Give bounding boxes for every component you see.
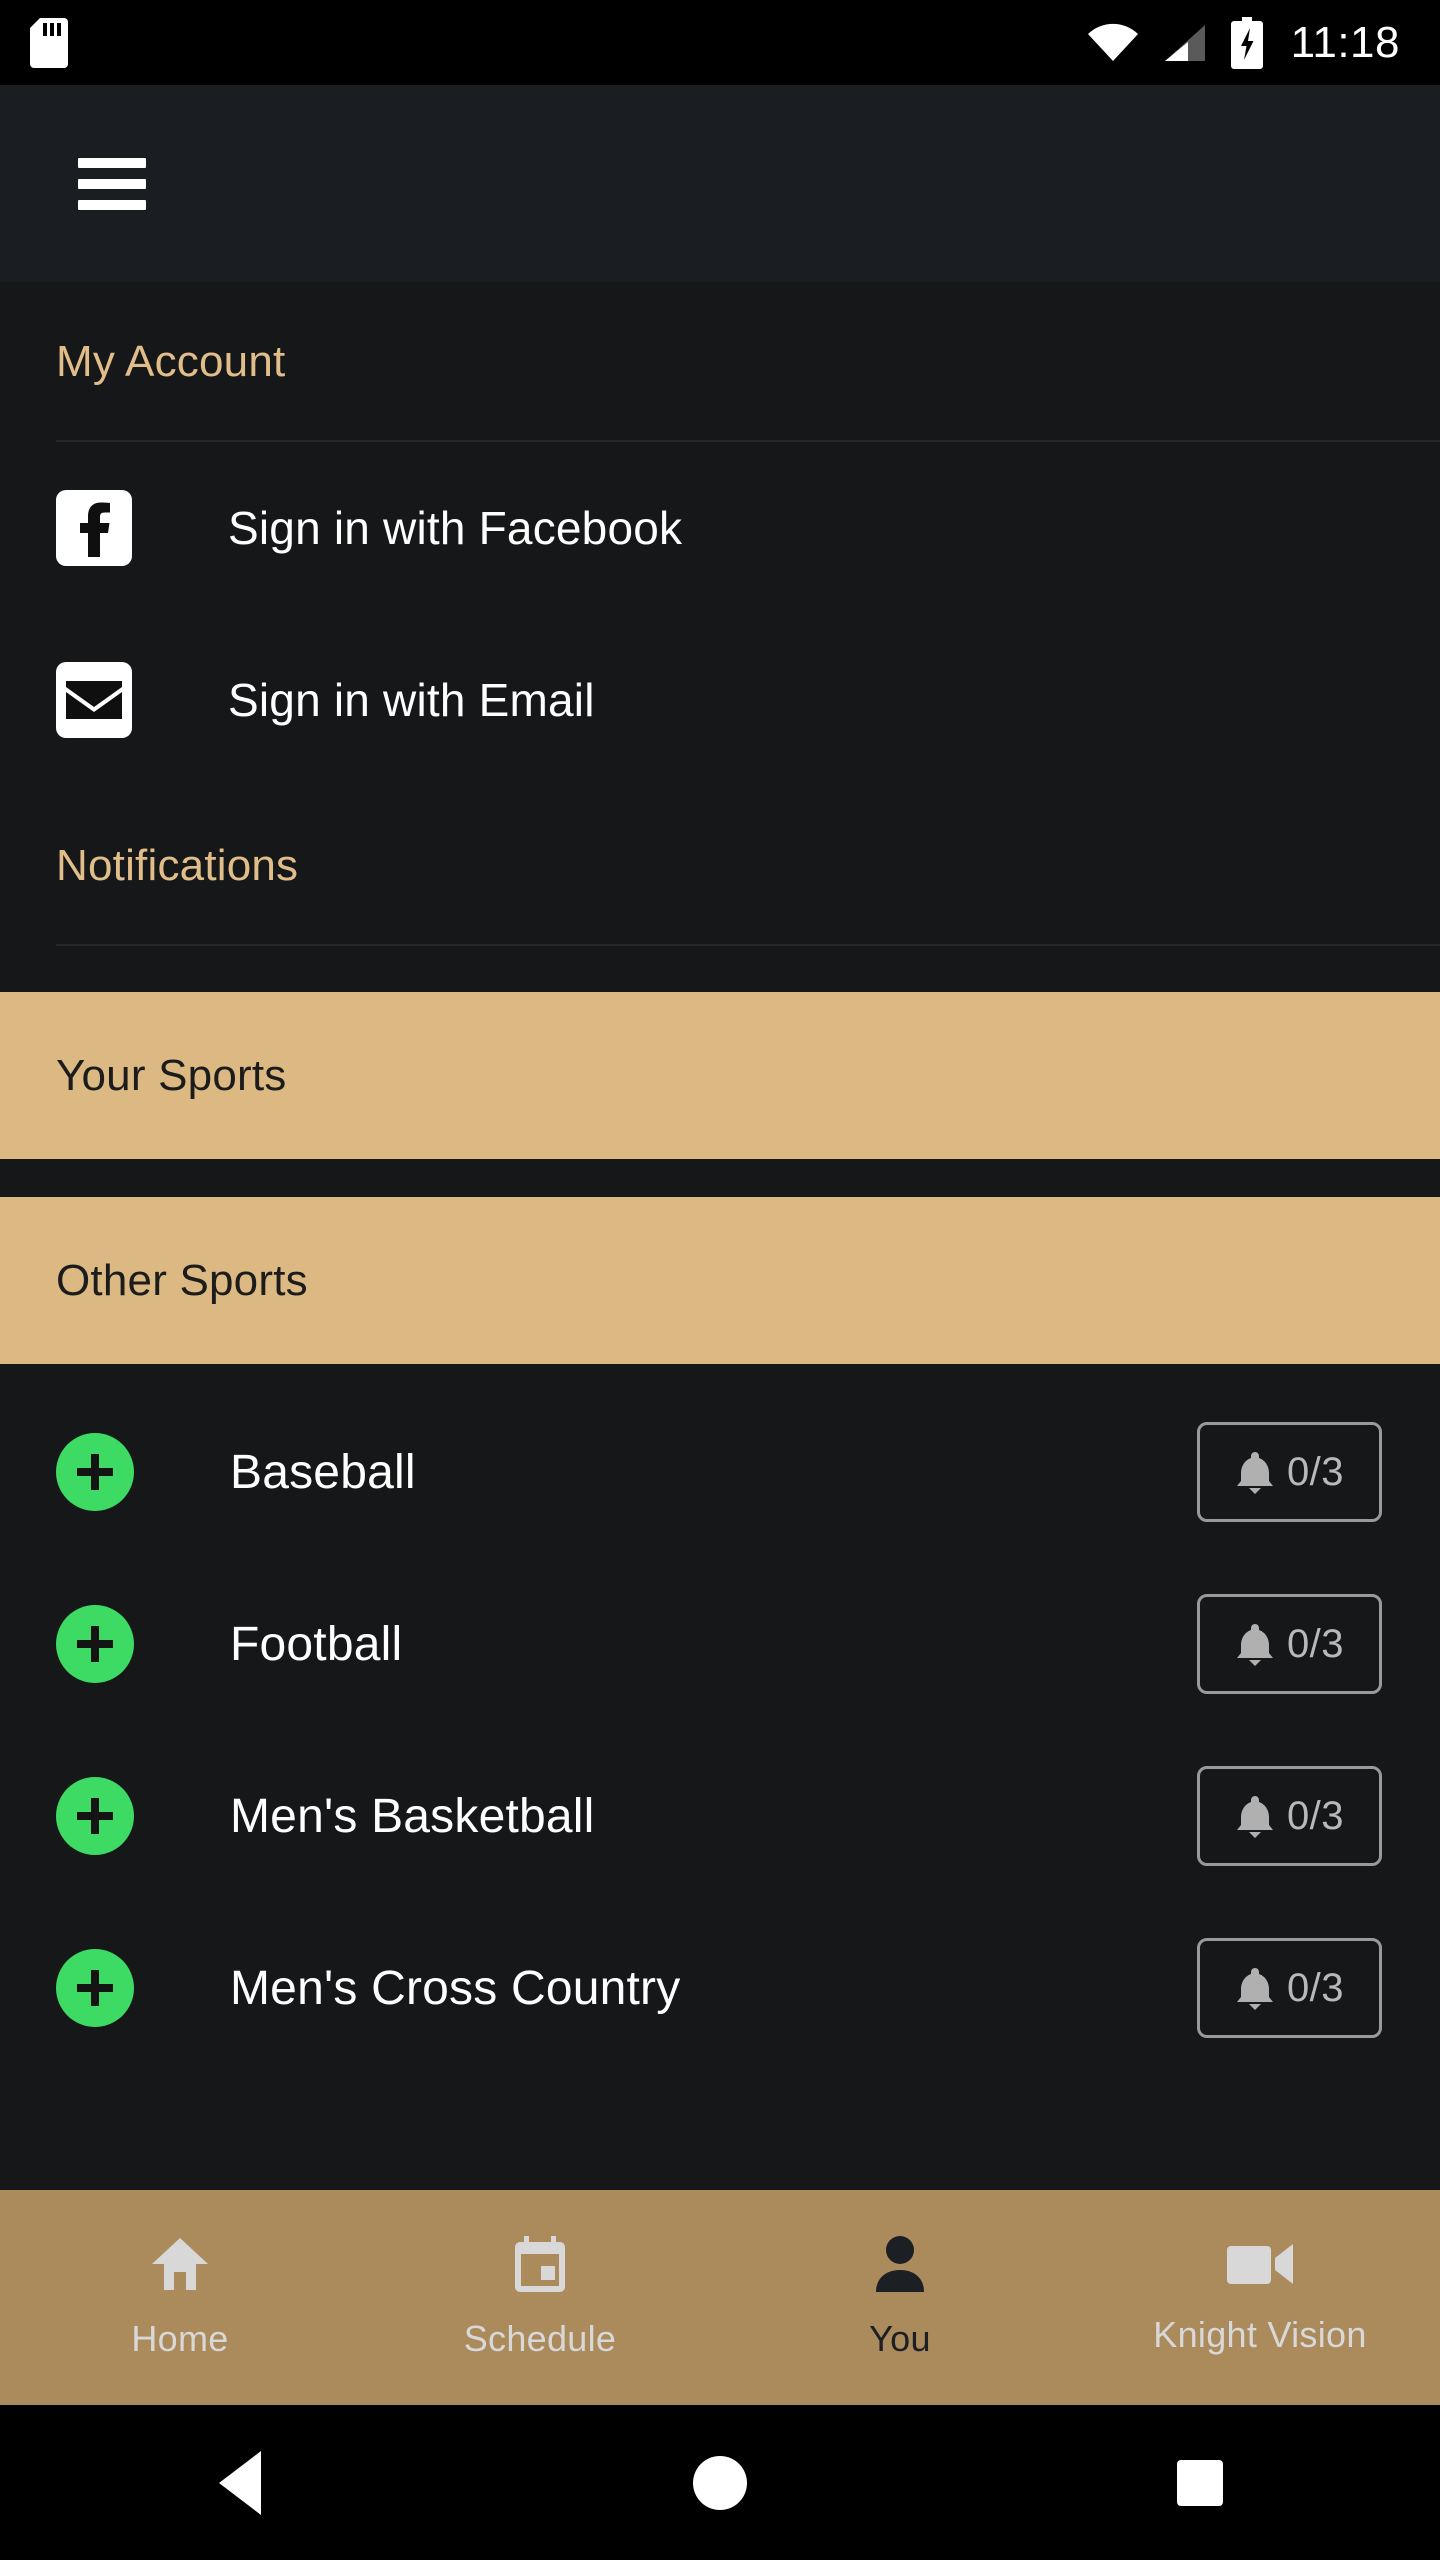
nav-label-home: Home [131,2317,229,2359]
bell-icon [1235,1450,1275,1494]
nav-item-home[interactable]: Home [0,2190,360,2405]
other-sports-header[interactable]: Other Sports [0,1197,1440,1364]
android-navigation-bar [0,2405,1440,2560]
status-bar-right: 11:18 [1087,16,1440,69]
notification-count: 0/3 [1286,1965,1345,2010]
sport-name: Men's Basketball [230,1789,595,1843]
plus-icon[interactable] [56,1433,134,1511]
notification-badge[interactable]: 0/3 [1197,1594,1382,1694]
nav-item-you[interactable]: You [720,2190,1080,2405]
divider [56,440,1440,442]
nav-label-knight-vision: Knight Vision [1153,2313,1367,2355]
sign-in-email-label: Sign in with Email [228,674,595,726]
nav-label-you: You [869,2317,931,2359]
bottom-navigation: Home Schedule You Knight Vision [0,2190,1440,2405]
notification-count: 0/3 [1286,1621,1345,1666]
hamburger-menu-icon[interactable] [78,157,146,210]
sport-name: Baseball [230,1445,416,1499]
bell-icon [1235,1622,1275,1666]
sign-in-email-row[interactable]: Sign in with Email [0,614,1440,786]
person-icon [873,2235,927,2292]
sign-in-facebook-row[interactable]: Sign in with Facebook [0,442,1440,614]
notification-badge[interactable]: 0/3 [1197,1422,1382,1522]
recents-square-icon[interactable] [960,2459,1440,2506]
sports-list: Baseball 0/3 Football 0/3 Men's Basketba… [0,1364,1440,2074]
section-header-my-account: My Account [0,282,1440,442]
your-sports-label: Your Sports [56,1050,287,1100]
app-screen: 11:18 My Account Sign in with Facebook S… [0,0,1440,2560]
video-camera-icon [1227,2240,1293,2288]
list-item[interactable]: Men's Basketball 0/3 [0,1730,1440,1902]
app-bar [0,85,1440,282]
list-item[interactable]: Men's Cross Country 0/3 [0,1902,1440,2074]
sport-name: Men's Cross Country [230,1961,681,2015]
home-circle-icon[interactable] [480,2455,960,2510]
nav-item-knight-vision[interactable]: Knight Vision [1080,2190,1440,2405]
status-bar: 11:18 [0,0,1440,85]
home-icon [151,2236,209,2292]
sd-card-icon [30,17,68,68]
battery-charging-icon [1230,16,1263,69]
sign-in-facebook-label: Sign in with Facebook [228,502,683,554]
notification-badge[interactable]: 0/3 [1197,1766,1382,1866]
section-title-my-account: My Account [56,337,286,386]
status-bar-left [0,17,68,68]
plus-icon[interactable] [56,1949,134,2027]
notification-badge[interactable]: 0/3 [1197,1938,1382,2038]
notification-count: 0/3 [1286,1449,1345,1494]
your-sports-header[interactable]: Your Sports [0,992,1440,1159]
plus-icon[interactable] [56,1605,134,1683]
nav-item-schedule[interactable]: Schedule [360,2190,720,2405]
section-header-notifications: Notifications [0,786,1440,946]
calendar-icon [513,2235,567,2292]
list-item[interactable]: Baseball 0/3 [0,1386,1440,1558]
other-sports-label: Other Sports [56,1255,308,1305]
sport-name: Football [230,1617,403,1671]
wifi-icon [1087,23,1139,63]
settings-content: My Account Sign in with Facebook Sign in… [0,282,1440,2190]
status-bar-clock: 11:18 [1290,17,1400,67]
divider [0,1159,1440,1197]
nav-label-schedule: Schedule [463,2317,617,2359]
bell-icon [1235,1794,1275,1838]
divider [56,944,1440,946]
list-item[interactable]: Football 0/3 [0,1558,1440,1730]
back-triangle-icon[interactable] [0,2450,480,2515]
facebook-icon [56,490,132,566]
plus-icon[interactable] [56,1777,134,1855]
cellular-signal-icon [1161,23,1209,63]
email-icon [56,662,132,738]
notification-count: 0/3 [1286,1793,1345,1838]
bell-icon [1235,1966,1275,2010]
section-title-notifications: Notifications [56,841,299,890]
